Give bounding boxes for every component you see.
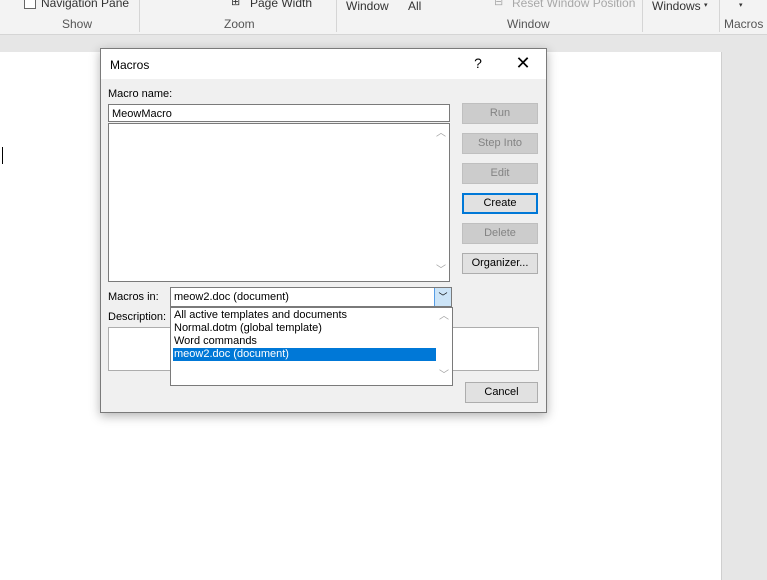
divider [719,0,720,32]
divider [139,0,140,32]
divider [642,0,643,32]
page-width-button[interactable]: Page Width [250,0,312,10]
step-into-button[interactable]: Step Into [462,133,538,154]
macros-in-select[interactable]: meow2.doc (document) ﹀ [170,287,452,307]
page-width-icon[interactable]: ⊞ [231,0,240,8]
ribbon: Navigation Pane Show ⊞ Page Width Zoom W… [0,0,767,35]
cancel-button[interactable]: Cancel [465,382,538,403]
dropdown-option[interactable]: All active templates and documents [173,309,436,322]
macro-name-label: Macro name: [108,88,173,100]
macros-in-label: Macros in: [108,291,159,303]
navigation-pane-label[interactable]: Navigation Pane [41,0,129,10]
chevron-down-icon[interactable]: ▾ [704,1,708,9]
new-window-button[interactable]: Window [346,0,389,13]
scroll-down-icon[interactable]: ﹀ [435,265,447,277]
edit-button[interactable]: Edit [462,163,538,184]
dropdown-option[interactable]: Word commands [173,335,436,348]
close-icon[interactable]: ✕ [509,51,537,75]
macros-dialog: Macros ? ✕ Macro name: MeowMacro ︿ ﹀ Run… [100,48,547,413]
macros-dropdown-icon[interactable]: ▾ [739,1,743,9]
macros-in-dropdown-list[interactable]: All active templates and documents Norma… [170,307,453,386]
scroll-up-icon[interactable]: ︿ [435,128,447,140]
dropdown-option[interactable]: Normal.dotm (global template) [173,322,436,335]
chevron-down-icon[interactable]: ﹀ [434,288,451,306]
description-label: Description: [108,311,167,323]
navigation-pane-checkbox[interactable] [24,0,36,9]
scroll-down-icon[interactable]: ﹀ [438,370,450,382]
macro-list[interactable]: ︿ ﹀ [108,123,450,282]
delete-button[interactable]: Delete [462,223,538,244]
macros-in-value: meow2.doc (document) [174,291,289,303]
run-button[interactable]: Run [462,103,538,124]
dropdown-option-selected[interactable]: meow2.doc (document) [173,348,436,361]
dialog-title: Macros [110,58,150,72]
scroll-up-icon[interactable]: ︿ [438,311,450,323]
reset-window-position-button[interactable]: Reset Window Position [512,0,635,10]
help-button[interactable]: ? [471,55,485,71]
window-group-label: Window [507,17,550,31]
organizer-button[interactable]: Organizer... [462,253,538,274]
arrange-all-button[interactable]: All [408,0,421,13]
show-group-label: Show [62,17,93,31]
divider [336,0,337,32]
macros-group-label: Macros [724,17,764,31]
dialog-titlebar[interactable]: Macros ? ✕ [101,49,546,79]
create-button[interactable]: Create [462,193,538,214]
text-cursor [2,147,3,164]
zoom-group-label: Zoom [224,17,255,31]
macro-name-input[interactable]: MeowMacro [108,104,450,122]
switch-windows-button[interactable]: Windows [652,0,701,13]
reset-window-position-icon: ⊟ [494,0,504,8]
